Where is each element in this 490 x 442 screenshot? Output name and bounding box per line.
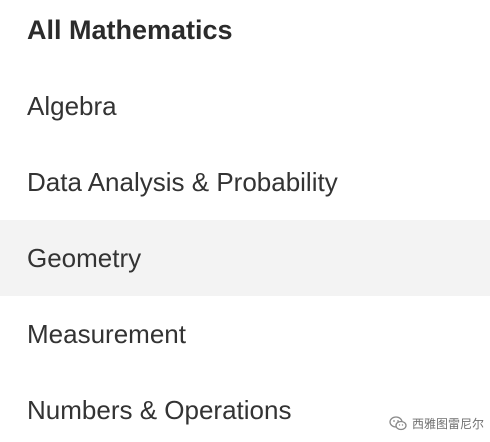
menu-item-geometry[interactable]: Geometry: [0, 220, 490, 296]
menu-item-measurement[interactable]: Measurement: [0, 296, 490, 372]
menu-item-all-mathematics[interactable]: All Mathematics: [0, 0, 490, 68]
wechat-icon: [389, 416, 407, 431]
subject-menu: All Mathematics Algebra Data Analysis & …: [0, 0, 490, 442]
watermark: 西雅图雷尼尔: [389, 415, 484, 432]
watermark-text: 西雅图雷尼尔: [411, 417, 484, 431]
menu-item-data-analysis-probability[interactable]: Data Analysis & Probability: [0, 144, 490, 220]
menu-item-algebra[interactable]: Algebra: [0, 68, 490, 144]
